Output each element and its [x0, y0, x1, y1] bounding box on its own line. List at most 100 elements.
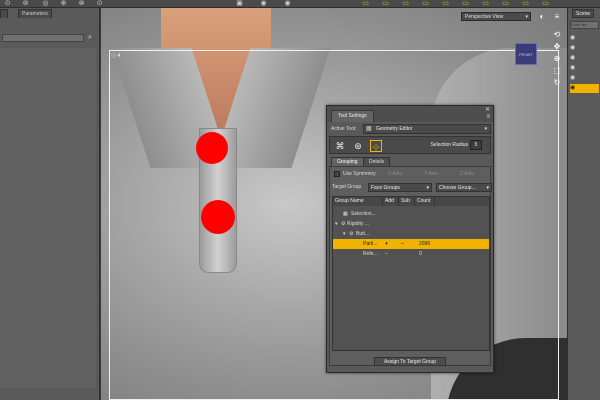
symmetry-row: Use Symmetry X Axis Y Axis Z Axis — [332, 170, 490, 179]
tool-icon-4[interactable]: ⊕ — [60, 0, 67, 7]
use-symmetry-checkbox[interactable] — [334, 171, 340, 177]
table-row[interactable]: ▾ ⚙ Butt... — [333, 229, 489, 239]
left-search-input[interactable] — [2, 34, 84, 42]
target-group-row: Target Group Face Groups ▾ Choose Group.… — [332, 183, 492, 192]
chevron-down-icon: ▾ — [486, 185, 489, 191]
x-axis-radio[interactable]: X Axis — [388, 171, 402, 177]
layout-icon-9[interactable]: ▭ — [522, 0, 529, 7]
visibility-eye-icon[interactable]: ◉ — [570, 65, 575, 71]
tool-settings-subtabs: Grouping Details — [329, 156, 491, 166]
layout-icon-2[interactable]: ▭ — [382, 0, 389, 7]
col-sub[interactable]: Sub — [399, 197, 415, 206]
node-select-icon[interactable]: ⌘ — [334, 140, 346, 152]
chevron-down-icon: ▾ — [426, 185, 429, 191]
table-row[interactable]: ▾ ⚙ Rigidity ... — [333, 219, 489, 229]
z-axis-radio[interactable]: Z Axis — [460, 171, 474, 177]
panel-menu-icon[interactable]: ≡ — [486, 114, 490, 120]
active-tool-select[interactable]: ▦ Geometry Editor ▾ — [363, 124, 491, 134]
row-name: Rigidity ... — [347, 221, 369, 227]
row-name: Selection... — [351, 211, 376, 217]
table-row[interactable]: Refe... + 0 — [333, 249, 489, 259]
layout-icon-1[interactable]: ▭ — [362, 0, 369, 7]
geometry-editor-icon: ▦ — [366, 126, 372, 132]
tool-icon-5[interactable]: ⊗ — [78, 0, 85, 7]
sub-button[interactable]: − — [401, 239, 404, 249]
layout-icon-3[interactable]: ▭ — [402, 0, 409, 7]
expand-icon[interactable]: ▾ — [343, 229, 346, 239]
selection-radius-input[interactable]: 5 — [470, 140, 482, 150]
target-group-select[interactable]: Face Groups ▾ — [368, 183, 432, 192]
close-icon[interactable]: ✕ — [485, 106, 490, 113]
perspective-view-select[interactable]: Perspective View ▾ — [461, 12, 531, 21]
table-row-selected[interactable]: Parti... + − 2096 — [333, 239, 489, 249]
viewport-menu-icon[interactable]: ≡ — [552, 12, 562, 22]
visibility-eye-icon[interactable]: ◉ — [570, 55, 575, 61]
row-count: 2096 — [419, 241, 431, 247]
row-name: Parti... — [363, 241, 378, 247]
layout-icon-10[interactable]: ▭ — [542, 0, 549, 7]
layout-icon-6[interactable]: ▭ — [462, 0, 469, 7]
tool-icon-6[interactable]: ⊙ — [96, 0, 103, 7]
scene-item-selected[interactable]: ◉ — [570, 84, 599, 93]
row-name: Refe... — [363, 251, 378, 257]
chevron-down-icon: ▾ — [484, 126, 487, 132]
visibility-eye-icon[interactable]: ◉ — [570, 75, 575, 81]
layout-icon-5[interactable]: ▭ — [442, 0, 449, 7]
visibility-eye-icon[interactable]: ◉ — [570, 45, 575, 51]
left-list[interactable] — [0, 48, 96, 388]
row-name: Butt... — [356, 231, 370, 237]
tool-settings-tabbar: Tool Settings ✕ ≡ — [327, 106, 493, 122]
tab-grouping[interactable]: Grouping — [331, 157, 364, 166]
zoom-view-icon[interactable]: ⊕ — [552, 54, 562, 64]
search-icon[interactable]: ⌕ — [85, 33, 95, 43]
tool-icon-7[interactable]: ▣ — [236, 0, 243, 7]
tool-icon-1[interactable]: ⊙ — [4, 0, 11, 7]
group-table-header: Group Name Add Sub Count — [333, 197, 489, 206]
drag-select-icon[interactable]: ⊛ — [352, 140, 364, 152]
layout-icon-8[interactable]: ▭ — [502, 0, 509, 7]
y-axis-radio[interactable]: Y Axis — [424, 171, 438, 177]
use-symmetry-label: Use Symmetry — [343, 171, 376, 177]
choose-group-select[interactable]: Choose Group... ▾ — [436, 183, 492, 192]
selection-radius-label: Selection Radius — [430, 142, 468, 148]
tool-icon-2[interactable]: ⊚ — [22, 0, 29, 7]
scene-item[interactable]: ◉ — [570, 54, 599, 63]
active-tool-value: Geometry Editor — [376, 126, 413, 132]
layout-icon-7[interactable]: ▭ — [482, 0, 489, 7]
col-add[interactable]: Add — [383, 197, 399, 206]
view-cube[interactable]: FRONT — [515, 43, 537, 65]
tool-icon-8[interactable]: ◉ — [260, 0, 267, 7]
scene-search-input[interactable]: Enter tex — [570, 21, 599, 29]
pan-view-icon[interactable]: ✥ — [552, 42, 562, 52]
assign-to-target-group-button[interactable]: Assign To Target Group — [374, 357, 446, 366]
tab-tool-settings[interactable]: Tool Settings — [331, 110, 374, 122]
pen-select-icon[interactable]: ⊹ — [370, 140, 382, 152]
tool-icon-3[interactable]: ◎ — [42, 0, 49, 7]
tool-icon-9[interactable]: ◉ — [284, 0, 291, 7]
tab-details[interactable]: Details — [363, 157, 391, 166]
rotate-view-icon[interactable]: ⟲ — [552, 30, 562, 40]
tab-parameters[interactable]: Parameters — [18, 9, 52, 18]
tab-scene[interactable]: Scene — [572, 9, 595, 18]
layout-icon-4[interactable]: ▭ — [422, 0, 429, 7]
orbit-view-icon[interactable]: ↻ — [552, 78, 562, 88]
add-button[interactable]: + — [385, 249, 388, 259]
add-button[interactable]: + — [385, 239, 388, 249]
tool-settings-panel: Tool Settings ✕ ≡ Active Tool: ▦ Geometr… — [326, 105, 494, 373]
scene-item[interactable]: ◉ — [570, 34, 599, 43]
left-tab-0[interactable] — [0, 9, 8, 18]
row-icon: ⚙ — [341, 221, 346, 227]
view-cube-label: FRONT — [519, 52, 533, 57]
visibility-eye-icon[interactable]: ◉ — [570, 85, 575, 91]
visibility-eye-icon[interactable]: ◉ — [570, 35, 575, 41]
scene-item[interactable]: ◉ — [570, 44, 599, 53]
viewport-options-icon[interactable]: ◐ — [537, 12, 547, 22]
col-group-name[interactable]: Group Name — [333, 197, 383, 206]
col-count[interactable]: Count — [415, 197, 435, 206]
table-row[interactable]: ▦ Selection... — [333, 209, 489, 219]
scene-item[interactable]: ◉ — [570, 64, 599, 73]
frame-view-icon[interactable]: ⬚ — [552, 66, 562, 76]
scene-item[interactable]: ◉ — [570, 74, 599, 83]
target-group-value: Face Groups — [371, 185, 400, 191]
expand-icon[interactable]: ▾ — [335, 219, 338, 229]
